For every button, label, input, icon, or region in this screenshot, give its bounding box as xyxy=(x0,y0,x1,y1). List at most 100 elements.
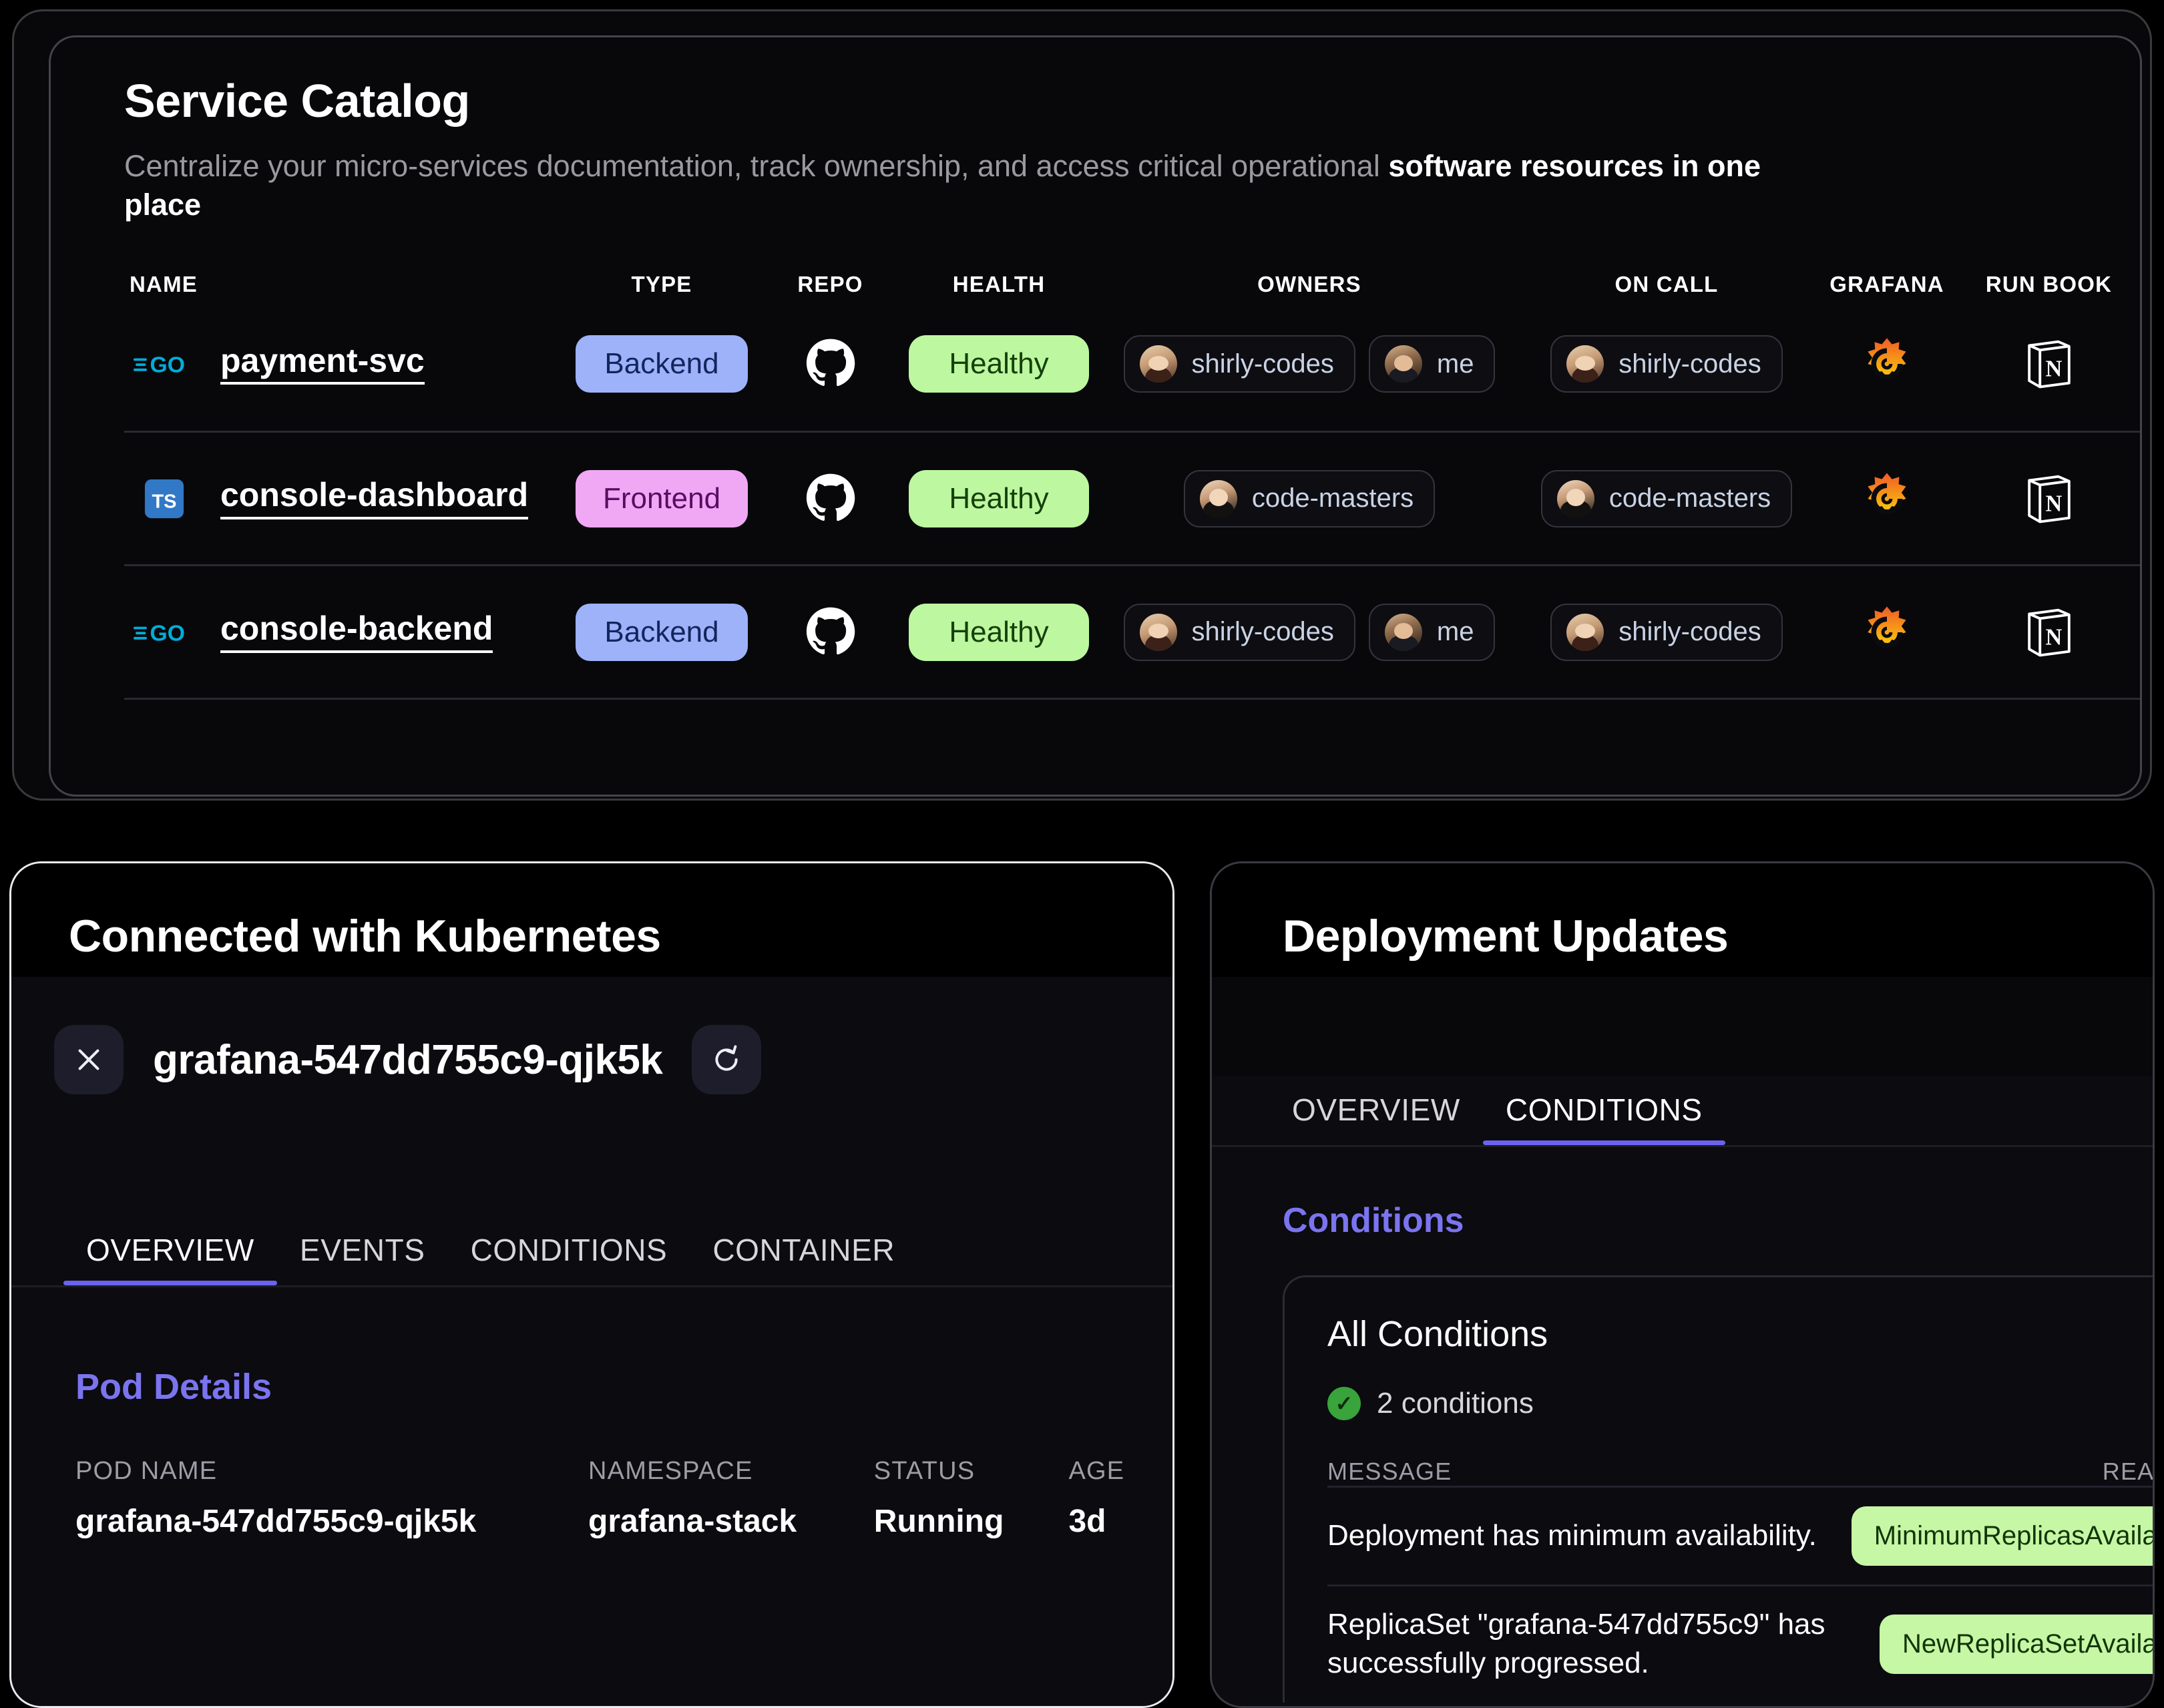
pod-detail-value: grafana-547dd755c9-qjk5k xyxy=(75,1504,477,1539)
service-type-cell: Frontend xyxy=(565,469,759,527)
owners-cell: shirly-codes me xyxy=(1096,335,1523,393)
pod-tabs-divider xyxy=(11,1285,1172,1287)
column-header-reason: REASON xyxy=(2102,1458,2155,1485)
subtitle-normal: Centralize your micro-services documenta… xyxy=(124,149,1389,183)
tab-events[interactable]: EVENTS xyxy=(277,1232,448,1285)
table-row[interactable]: GO payment-svc Backend Healthy shirly-codes m… xyxy=(124,297,2140,431)
notion-icon: N xyxy=(2027,608,2071,657)
github-icon xyxy=(806,473,855,521)
deployment-title: Deployment Updates xyxy=(1283,911,1729,962)
pod-detail-item: AGE 3d xyxy=(1068,1457,1172,1540)
service-link[interactable]: console-dashboard xyxy=(220,477,529,519)
column-header-type: TYPE xyxy=(631,272,692,297)
service-name-cell[interactable]: GO console-backend xyxy=(124,611,565,654)
go-icon: GO xyxy=(134,352,185,377)
on-call-cell: shirly-codes xyxy=(1523,603,1810,661)
kubernetes-title-bar: Connected with Kubernetes xyxy=(11,863,1172,977)
deployment-tab-conditions[interactable]: CONDITIONS xyxy=(1482,1092,1725,1145)
column-header-message: MESSAGE xyxy=(1327,1458,1452,1485)
table-row[interactable]: GO console-backend Backend Healthy shirly-co… xyxy=(124,564,2140,698)
pod-detail-value: Running xyxy=(873,1504,1004,1539)
type-badge: Frontend xyxy=(576,469,748,527)
pod-details-grid: POD NAME grafana-547dd755c9-qjk5k NAMESPAC… xyxy=(75,1457,1172,1540)
repo-cell[interactable] xyxy=(759,606,902,658)
service-type-cell: Backend xyxy=(565,603,759,661)
svg-text:TS: TS xyxy=(152,491,176,512)
on-call-name: shirly-codes xyxy=(1618,617,1761,647)
deployment-tabs: OVERVIEW CONDITIONS xyxy=(1269,1076,2153,1145)
repo-cell[interactable] xyxy=(759,473,902,525)
svg-text:N: N xyxy=(2045,357,2062,382)
deployment-title-bar: Deployment Updates xyxy=(1212,863,2153,977)
deployment-tab-overview[interactable]: OVERVIEW xyxy=(1269,1092,1483,1145)
column-header-repo: REPO xyxy=(797,272,863,297)
condition-reason-badge: MinimumReplicasAvailable xyxy=(1851,1506,2153,1566)
grafana-icon xyxy=(1868,606,1906,648)
on-call-chip[interactable]: shirly-codes xyxy=(1550,335,1783,393)
status-badge: Healthy xyxy=(909,335,1089,393)
notion-icon: N xyxy=(2027,475,2071,523)
owner-chip[interactable]: shirly-codes xyxy=(1123,603,1355,661)
owner-chip[interactable]: me xyxy=(1368,603,1496,661)
refresh-button[interactable] xyxy=(692,1025,762,1094)
deployment-updates-panel: Deployment Updates OVERVIEW CONDITIONS Co… xyxy=(1210,861,2155,1708)
tab-overview[interactable]: OVERVIEW xyxy=(63,1232,277,1285)
kubernetes-body: grafana-547dd755c9-qjk5k OVERVIEW EVENTS C… xyxy=(11,977,1172,1706)
tab-container[interactable]: CONTAINER xyxy=(690,1232,917,1285)
pod-detail-item: NAMESPACE grafana-stack xyxy=(588,1457,874,1540)
on-call-cell: shirly-codes xyxy=(1523,335,1810,393)
run-book-cell[interactable]: N xyxy=(1964,473,2134,525)
on-call-chip[interactable]: code-masters xyxy=(1540,469,1793,527)
avatar xyxy=(1566,345,1604,383)
grafana-icon xyxy=(1868,338,1906,380)
service-link[interactable]: console-backend xyxy=(220,611,493,653)
type-badge: Backend xyxy=(576,335,748,393)
column-header-owners: OWNERS xyxy=(1257,272,1361,297)
close-button[interactable] xyxy=(54,1025,124,1094)
github-icon xyxy=(806,339,855,387)
on-call-name: code-masters xyxy=(1608,483,1771,513)
owner-chip[interactable]: me xyxy=(1368,335,1496,393)
grafana-icon xyxy=(1868,473,1906,515)
status-badge: Healthy xyxy=(909,469,1089,527)
typescript-icon: TS xyxy=(132,477,196,520)
pod-details-heading: Pod Details xyxy=(75,1367,272,1407)
pod-detail-label: STATUS xyxy=(873,1457,976,1485)
status-badge: Healthy xyxy=(909,603,1089,661)
service-catalog-panel-outer: Service Catalog Centralize your micro-se… xyxy=(12,9,2152,801)
service-link[interactable]: payment-svc xyxy=(220,343,425,385)
grafana-cell[interactable] xyxy=(1810,471,1964,527)
conditions-count: ✓ 2 conditions xyxy=(1327,1387,2153,1420)
all-conditions-card: All Conditions ✓ 2 conditions MESSAGE RE… xyxy=(1283,1275,2155,1703)
table-bottom-divider xyxy=(124,698,2140,740)
pod-detail-label: POD NAME xyxy=(75,1457,218,1485)
owner-chip[interactable]: code-masters xyxy=(1183,469,1436,527)
github-icon xyxy=(806,607,855,654)
condition-row: ReplicaSet "grafana-547dd755c9" has succ… xyxy=(1327,1584,2153,1701)
tab-conditions[interactable]: CONDITIONS xyxy=(448,1232,690,1285)
pod-detail-item: STATUS Running xyxy=(874,1457,1069,1540)
grafana-cell[interactable] xyxy=(1810,604,1964,660)
all-conditions-title: All Conditions xyxy=(1327,1314,1548,1354)
column-header-name: NAME xyxy=(130,272,198,297)
service-name-cell[interactable]: TS console-dashboard xyxy=(124,477,565,520)
service-name-cell[interactable]: GO payment-svc xyxy=(124,343,565,385)
owner-chip[interactable]: shirly-codes xyxy=(1123,335,1355,393)
repo-cell[interactable] xyxy=(759,338,902,390)
on-call-chip[interactable]: shirly-codes xyxy=(1550,603,1783,661)
service-catalog-panel: Service Catalog Centralize your micro-se… xyxy=(49,35,2142,797)
health-cell: Healthy xyxy=(902,469,1096,527)
condition-reason-badge: NewReplicaSetAvailable xyxy=(1879,1614,2153,1674)
condition-row: Deployment has minimum availability. Mini… xyxy=(1327,1486,2153,1584)
kubernetes-panel: Connected with Kubernetes grafana-547dd7… xyxy=(9,861,1174,1708)
run-book-cell[interactable]: N xyxy=(1964,338,2134,390)
grafana-cell[interactable] xyxy=(1810,336,1964,392)
run-book-cell[interactable]: N xyxy=(1964,606,2134,658)
notion-icon: N xyxy=(2027,340,2071,389)
table-row[interactable]: TS console-dashboard Frontend Healthy code-m… xyxy=(124,431,2140,564)
pod-detail-label: AGE xyxy=(1068,1457,1125,1485)
avatar xyxy=(1199,479,1237,517)
svg-text:N: N xyxy=(2045,491,2062,516)
column-header-on-call: ON CALL xyxy=(1614,272,1719,297)
owner-name: code-masters xyxy=(1251,483,1414,513)
